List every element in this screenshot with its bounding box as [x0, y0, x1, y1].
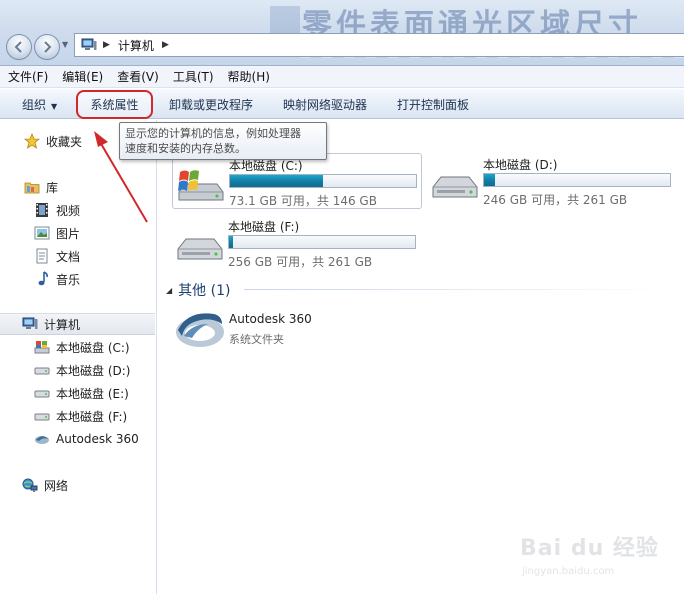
drive-usage-fill — [230, 175, 323, 187]
sidebar-item-music[interactable]: 音乐 — [0, 268, 155, 290]
sidebar-item-drive-c[interactable]: 本地磁盘 (C:) — [0, 336, 155, 358]
sidebar-item-label: 音乐 — [56, 272, 81, 287]
drive-usage-bar — [229, 174, 417, 188]
map-network-drive-button[interactable]: 映射网络驱动器 — [283, 96, 367, 113]
autodesk-360-item[interactable]: Autodesk 360 系统文件夹 — [174, 306, 474, 350]
breadcrumb-separator[interactable]: ▶ — [103, 40, 110, 50]
drive-free-space: 246 GB 可用，共 261 GB — [483, 193, 628, 207]
command-bar: 组织 ▼ 系统属性 卸载或更改程序 映射网络驱动器 打开控制面板 — [0, 89, 684, 119]
system-properties-button[interactable]: 系统属性 — [76, 90, 153, 119]
drive-usage-bar — [483, 173, 671, 187]
film-icon — [34, 202, 50, 218]
autodesk-360-icon — [176, 313, 224, 347]
breadcrumb-computer[interactable]: 计算机 — [118, 37, 154, 54]
sidebar-item-drive-f[interactable]: 本地磁盘 (F:) — [0, 405, 155, 427]
hard-drive-icon — [34, 408, 50, 424]
sidebar-item-drive-e[interactable]: 本地磁盘 (E:) — [0, 382, 155, 404]
system-properties-tooltip: 显示您的计算机的信息，例如处理器 速度和安装的内存总数。 — [119, 122, 327, 160]
arrow-left-icon — [14, 41, 22, 53]
computer-icon — [81, 38, 97, 50]
sidebar-item-label: 本地磁盘 (E:) — [56, 386, 129, 401]
autodesk-360-icon — [34, 431, 50, 447]
hard-drive-icon — [34, 362, 50, 378]
drive-usage-fill — [229, 236, 233, 248]
sidebar-item-label: 计算机 — [44, 317, 81, 332]
group-header-label: 其他 (1) — [178, 283, 231, 299]
picture-icon — [34, 225, 50, 241]
baidu-jingyan-watermark: Bai du 经验 jingyan.baidu.com — [520, 530, 670, 590]
sidebar-item-videos[interactable]: 视频 — [0, 199, 155, 221]
sidebar-item-label: 本地磁盘 (D:) — [56, 363, 131, 378]
drive-free-space: 256 GB 可用，共 261 GB — [228, 255, 373, 269]
sidebar-item-label: 图片 — [56, 226, 81, 241]
drive-tile-f[interactable]: 本地磁盘 (F:) 256 GB 可用，共 261 GB — [172, 215, 422, 271]
tooltip-line: 显示您的计算机的信息，例如处理器 — [125, 127, 301, 140]
star-icon — [24, 133, 40, 149]
hard-drive-icon — [34, 385, 50, 401]
menu-help[interactable]: 帮助(H) — [228, 68, 270, 85]
uninstall-program-button[interactable]: 卸载或更改程序 — [169, 96, 253, 113]
drive-free-space: 73.1 GB 可用，共 146 GB — [229, 194, 377, 208]
item-type: 系统文件夹 — [229, 333, 284, 346]
drive-usage-fill — [484, 174, 495, 186]
sidebar-item-label: 库 — [46, 180, 59, 195]
tooltip-line: 速度和安装的内存总数。 — [125, 142, 246, 155]
drive-tile-c[interactable]: 本地磁盘 (C:) 73.1 GB 可用，共 146 GB — [172, 153, 422, 209]
drive-name: 本地磁盘 (D:) — [483, 158, 558, 172]
sidebar-item-label: 视频 — [56, 203, 81, 218]
group-header-other[interactable]: ◢ 其他 (1) — [166, 280, 230, 300]
document-icon — [34, 248, 50, 264]
sidebar-item-label: Autodesk 360 — [56, 432, 139, 446]
window-title-area: 零件表面通光区域尺寸 ▼ ▶ 计算机 ▶ — [0, 0, 684, 66]
network-icon — [22, 477, 38, 493]
sidebar-item-computer[interactable]: 计算机 — [0, 313, 155, 335]
navigation-pane: 收藏夹 库 视频 图片 文档 音乐 计算机 本地磁盘 (C:) 本地磁盘 (D:… — [0, 120, 157, 594]
breadcrumb-separator[interactable]: ▶ — [162, 40, 169, 50]
sidebar-item-autodesk-360[interactable]: Autodesk 360 — [0, 428, 155, 450]
menu-bar: 文件(F) 编辑(E) 查看(V) 工具(T) 帮助(H) — [0, 66, 684, 88]
watermark-url: jingyan.baidu.com — [522, 566, 615, 577]
content-pane: 本地磁盘 (C:) 73.1 GB 可用，共 146 GB 本地磁盘 (D:) … — [158, 120, 684, 594]
background-window-fragment — [270, 6, 300, 34]
drive-name: 本地磁盘 (F:) — [228, 220, 300, 234]
sidebar-item-pictures[interactable]: 图片 — [0, 222, 155, 244]
drive-usage-bar — [228, 235, 416, 249]
chevron-down-icon: ▼ — [51, 102, 58, 111]
windows-drive-icon — [34, 339, 50, 355]
sidebar-item-label: 本地磁盘 (F:) — [56, 409, 128, 424]
drive-tile-d[interactable]: 本地磁盘 (D:) 246 GB 可用，共 261 GB — [427, 153, 677, 209]
collapse-triangle-icon: ◢ — [166, 285, 173, 295]
menu-view[interactable]: 查看(V) — [117, 68, 159, 85]
organize-button[interactable]: 组织 ▼ — [22, 96, 57, 113]
sidebar-item-label: 网络 — [44, 478, 69, 493]
menu-tools[interactable]: 工具(T) — [173, 68, 214, 85]
hard-drive-icon — [432, 176, 478, 198]
windows-drive-icon — [178, 170, 224, 201]
group-divider — [244, 289, 676, 290]
sidebar-item-network[interactable]: 网络 — [0, 474, 155, 496]
organize-label: 组织 — [22, 98, 47, 112]
system-properties-label: 系统属性 — [90, 98, 139, 112]
sidebar-item-drive-d[interactable]: 本地磁盘 (D:) — [0, 359, 155, 381]
sidebar-item-label: 本地磁盘 (C:) — [56, 340, 130, 355]
menu-file[interactable]: 文件(F) — [8, 68, 48, 85]
recent-pages-dropdown[interactable]: ▼ — [62, 40, 68, 49]
menu-edit[interactable]: 编辑(E) — [62, 68, 103, 85]
address-bar[interactable]: ▶ 计算机 ▶ — [74, 33, 684, 57]
computer-icon — [22, 316, 38, 332]
sidebar-item-label: 收藏夹 — [46, 134, 83, 149]
back-button[interactable] — [6, 34, 32, 60]
arrow-right-icon — [44, 41, 52, 53]
forward-button[interactable] — [34, 34, 60, 60]
sidebar-item-documents[interactable]: 文档 — [0, 245, 155, 267]
sidebar-item-label: 文档 — [56, 249, 81, 264]
watermark-logo: Bai du 经验 — [520, 536, 659, 561]
library-folder-icon — [24, 179, 40, 195]
open-control-panel-button[interactable]: 打开控制面板 — [397, 96, 469, 113]
hard-drive-icon — [177, 238, 223, 260]
item-name: Autodesk 360 — [229, 312, 312, 326]
sidebar-item-libraries[interactable]: 库 — [0, 176, 155, 198]
music-note-icon — [34, 271, 50, 287]
